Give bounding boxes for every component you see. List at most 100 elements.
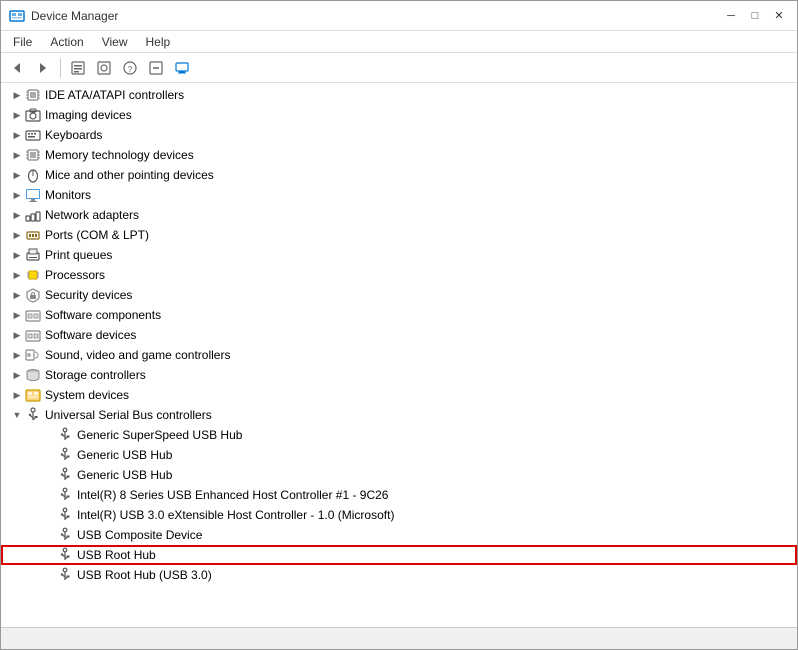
label-usb_7: USB Root Hub bbox=[77, 548, 156, 562]
icon-processors bbox=[25, 267, 41, 283]
tree-item-usb_1[interactable]: Generic SuperSpeed USB Hub bbox=[1, 425, 797, 445]
expander-memory[interactable]: ▶ bbox=[9, 147, 25, 163]
properties-button[interactable] bbox=[66, 56, 90, 80]
label-ports: Ports (COM & LPT) bbox=[45, 228, 149, 242]
tree-item-monitors[interactable]: ▶ Monitors bbox=[1, 185, 797, 205]
icon-usb_1 bbox=[57, 427, 73, 443]
expander-ports[interactable]: ▶ bbox=[9, 227, 25, 243]
icon-usb_8 bbox=[57, 567, 73, 583]
expander-processors[interactable]: ▶ bbox=[9, 267, 25, 283]
menu-help[interactable]: Help bbox=[138, 33, 179, 51]
expander-sw_devices[interactable]: ▶ bbox=[9, 327, 25, 343]
tree-item-ports[interactable]: ▶ Ports (COM & LPT) bbox=[1, 225, 797, 245]
computer-icon bbox=[175, 61, 189, 75]
help-icon: ? bbox=[123, 61, 137, 75]
icon-usb_3 bbox=[57, 467, 73, 483]
expander-usb_1[interactable] bbox=[41, 427, 57, 443]
expander-imaging[interactable]: ▶ bbox=[9, 107, 25, 123]
expander-usb_2[interactable] bbox=[41, 447, 57, 463]
expander-storage[interactable]: ▶ bbox=[9, 367, 25, 383]
icon-mice bbox=[25, 167, 41, 183]
label-security: Security devices bbox=[45, 288, 132, 302]
expander-system[interactable]: ▶ bbox=[9, 387, 25, 403]
expander-monitors[interactable]: ▶ bbox=[9, 187, 25, 203]
expander-keyboards[interactable]: ▶ bbox=[9, 127, 25, 143]
label-ide: IDE ATA/ATAPI controllers bbox=[45, 88, 184, 102]
back-button[interactable] bbox=[5, 56, 29, 80]
title-controls: ─ □ ✕ bbox=[721, 6, 789, 26]
expander-usb_7[interactable] bbox=[41, 547, 57, 563]
expander-sound[interactable]: ▶ bbox=[9, 347, 25, 363]
icon-usb_4 bbox=[57, 487, 73, 503]
expander-usb_6[interactable] bbox=[41, 527, 57, 543]
tree-item-usb_3[interactable]: Generic USB Hub bbox=[1, 465, 797, 485]
tree-item-imaging[interactable]: ▶ Imaging devices bbox=[1, 105, 797, 125]
label-usb: Universal Serial Bus controllers bbox=[45, 408, 212, 422]
icon-ide bbox=[25, 87, 41, 103]
expander-usb_5[interactable] bbox=[41, 507, 57, 523]
icon-usb_2 bbox=[57, 447, 73, 463]
expander-usb_8[interactable] bbox=[41, 567, 57, 583]
tree-item-usb_6[interactable]: USB Composite Device bbox=[1, 525, 797, 545]
minimize-button[interactable]: ─ bbox=[721, 6, 741, 26]
tree-item-print[interactable]: ▶ Print queues bbox=[1, 245, 797, 265]
expander-usb[interactable]: ▼ bbox=[9, 407, 25, 423]
tree-item-usb_2[interactable]: Generic USB Hub bbox=[1, 445, 797, 465]
properties-icon bbox=[71, 61, 85, 75]
menu-file[interactable]: File bbox=[5, 33, 40, 51]
label-keyboards: Keyboards bbox=[45, 128, 102, 142]
tree-item-processors[interactable]: ▶ Processors bbox=[1, 265, 797, 285]
tree-item-usb_8[interactable]: USB Root Hub (USB 3.0) bbox=[1, 565, 797, 585]
forward-icon bbox=[36, 61, 50, 75]
expander-usb_4[interactable] bbox=[41, 487, 57, 503]
expander-usb_3[interactable] bbox=[41, 467, 57, 483]
label-memory: Memory technology devices bbox=[45, 148, 194, 162]
expander-print[interactable]: ▶ bbox=[9, 247, 25, 263]
scan-button[interactable] bbox=[92, 56, 116, 80]
icon-storage bbox=[25, 367, 41, 383]
remove-icon bbox=[149, 61, 163, 75]
expander-mice[interactable]: ▶ bbox=[9, 167, 25, 183]
expander-ide[interactable]: ▶ bbox=[9, 87, 25, 103]
tree-item-security[interactable]: ▶ Security devices bbox=[1, 285, 797, 305]
icon-memory bbox=[25, 147, 41, 163]
help-button[interactable]: ? bbox=[118, 56, 142, 80]
tree-item-usb[interactable]: ▼ Universal Serial Bus controllers bbox=[1, 405, 797, 425]
toolbar: ? bbox=[1, 53, 797, 83]
computer-button[interactable] bbox=[170, 56, 194, 80]
tree-item-sound[interactable]: ▶ Sound, video and game controllers bbox=[1, 345, 797, 365]
tree-item-network[interactable]: ▶ Network adapters bbox=[1, 205, 797, 225]
tree-item-sw_components[interactable]: ▶ Software components bbox=[1, 305, 797, 325]
menu-action[interactable]: Action bbox=[42, 33, 91, 51]
tree-item-keyboards[interactable]: ▶ Keyboards bbox=[1, 125, 797, 145]
icon-usb_6 bbox=[57, 527, 73, 543]
menu-view[interactable]: View bbox=[94, 33, 136, 51]
title-bar: Device Manager ─ □ ✕ bbox=[1, 1, 797, 31]
title-text: Device Manager bbox=[31, 9, 118, 23]
label-storage: Storage controllers bbox=[45, 368, 146, 382]
tree-item-mice[interactable]: ▶ Mice and other pointing devices bbox=[1, 165, 797, 185]
back-icon bbox=[10, 61, 24, 75]
tree-item-usb_7[interactable]: USB Root Hub bbox=[1, 545, 797, 565]
label-usb_1: Generic SuperSpeed USB Hub bbox=[77, 428, 242, 442]
label-usb_6: USB Composite Device bbox=[77, 528, 202, 542]
tree-item-memory[interactable]: ▶ Memory technology devices bbox=[1, 145, 797, 165]
label-usb_2: Generic USB Hub bbox=[77, 448, 172, 462]
device-tree[interactable]: ▶ IDE ATA/ATAPI controllers ▶ Imaging de… bbox=[1, 83, 797, 627]
expander-sw_components[interactable]: ▶ bbox=[9, 307, 25, 323]
icon-sound bbox=[25, 347, 41, 363]
close-button[interactable]: ✕ bbox=[769, 6, 789, 26]
tree-item-usb_4[interactable]: Intel(R) 8 Series USB Enhanced Host Cont… bbox=[1, 485, 797, 505]
label-usb_4: Intel(R) 8 Series USB Enhanced Host Cont… bbox=[77, 488, 388, 502]
expander-security[interactable]: ▶ bbox=[9, 287, 25, 303]
expander-network[interactable]: ▶ bbox=[9, 207, 25, 223]
forward-button[interactable] bbox=[31, 56, 55, 80]
maximize-button[interactable]: □ bbox=[745, 6, 765, 26]
tree-item-sw_devices[interactable]: ▶ Software devices bbox=[1, 325, 797, 345]
tree-item-storage[interactable]: ▶ Storage controllers bbox=[1, 365, 797, 385]
tree-item-usb_5[interactable]: Intel(R) USB 3.0 eXtensible Host Control… bbox=[1, 505, 797, 525]
remove-button[interactable] bbox=[144, 56, 168, 80]
tree-item-system[interactable]: ▶ System devices bbox=[1, 385, 797, 405]
tree-item-ide[interactable]: ▶ IDE ATA/ATAPI controllers bbox=[1, 85, 797, 105]
icon-system bbox=[25, 387, 41, 403]
